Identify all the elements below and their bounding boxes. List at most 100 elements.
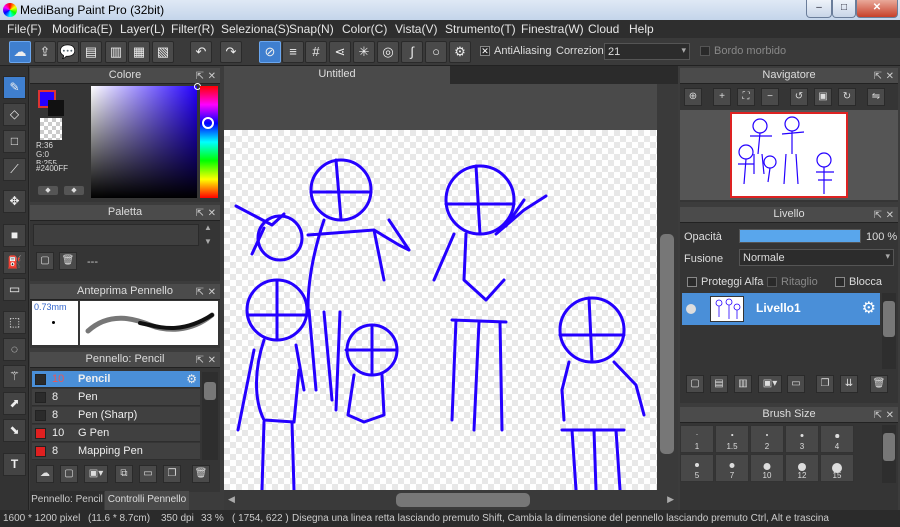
transparent-color-swatch[interactable] <box>40 118 62 140</box>
page-icon[interactable]: ▥ <box>105 41 127 63</box>
menu-view[interactable]: Vista(V) <box>395 22 437 36</box>
zoom-fit-icon[interactable]: ⊕ <box>684 88 702 106</box>
trash-icon[interactable]: 🗑 <box>192 465 210 483</box>
brush-size-cell[interactable]: 7 <box>715 454 749 482</box>
scroll-down-icon[interactable]: ▼ <box>204 237 212 246</box>
dot-tool-icon[interactable]: ⟋ <box>3 158 26 181</box>
close-panel-icon[interactable]: ✕ <box>886 69 894 84</box>
antialias-checkbox[interactable]: ✕ <box>480 46 490 56</box>
trash-icon[interactable]: 🗑 <box>870 375 888 393</box>
brush-size-cell[interactable]: 10 <box>750 454 784 482</box>
select-rect-tool-icon[interactable]: ⬚ <box>3 311 26 334</box>
brush-size-cell[interactable]: 5 <box>680 454 714 482</box>
brush-size-cell[interactable]: 15 <box>820 454 854 482</box>
maximize-button[interactable]: □ <box>832 0 856 18</box>
brush-settings-gear-icon[interactable]: ⚙ <box>186 372 197 386</box>
rotate-left-icon[interactable]: ↺ <box>790 88 808 106</box>
layer-settings-gear-icon[interactable]: ⚙ <box>862 298 876 318</box>
undock-icon[interactable]: ⇱ <box>874 69 882 84</box>
protect-alpha-checkbox[interactable] <box>687 277 697 287</box>
new-brush-icon[interactable]: ▢ <box>60 465 78 483</box>
palette-list[interactable] <box>33 224 199 246</box>
undock-icon[interactable]: ⇱ <box>874 408 882 423</box>
brush-size-cell[interactable]: 2 <box>750 425 784 453</box>
layer-row[interactable]: Livello1 ⚙ <box>682 293 880 325</box>
lasso-tool-icon[interactable]: ◌ <box>3 338 26 361</box>
snap-settings-gear-icon[interactable]: ⚙ <box>449 41 471 63</box>
brush-item-pen-sharp[interactable]: 8 Pen (Sharp) <box>32 407 200 424</box>
scrollbar-thumb[interactable] <box>660 234 674 454</box>
close-panel-icon[interactable]: ✕ <box>208 206 216 221</box>
snap-curve-icon[interactable]: ∫ <box>401 41 423 63</box>
navigator-thumbnail[interactable] <box>730 112 848 198</box>
menu-help[interactable]: Help <box>629 22 654 36</box>
brush-list-scrollbar[interactable] <box>202 372 218 460</box>
close-panel-icon[interactable]: ✕ <box>208 69 216 84</box>
brush-item-pencil[interactable]: 10 Pencil ⚙ <box>32 371 200 388</box>
brush-size-cell[interactable]: 1.5 <box>715 425 749 453</box>
close-panel-icon[interactable]: ✕ <box>208 353 216 368</box>
document-tab[interactable]: Untitled <box>224 66 450 84</box>
color-swap-icon[interactable]: ◆ <box>64 186 84 195</box>
canvas-vertical-scrollbar[interactable] <box>657 84 678 490</box>
menu-snap[interactable]: Snap(N) <box>289 22 334 36</box>
hue-slider[interactable] <box>200 86 218 198</box>
blend-mode-select[interactable]: Normale ▾ <box>739 249 894 266</box>
merge-layer-icon[interactable]: ⇊ <box>840 375 858 393</box>
undock-icon[interactable]: ⇱ <box>196 206 204 221</box>
copy-brush-icon[interactable]: ⧉ <box>115 465 133 483</box>
new-halftone-layer-icon[interactable]: ▤ <box>710 375 728 393</box>
eyedropper-icon[interactable]: ◆ <box>38 186 58 195</box>
gradient-tool-icon[interactable]: ▭ <box>3 278 26 301</box>
duplicate-layer-icon[interactable]: ❐ <box>816 375 834 393</box>
brush-item-mapping-pen[interactable]: 8 Mapping Pen <box>32 443 200 460</box>
menu-select[interactable]: Seleziona(S) <box>221 22 290 36</box>
brush-size-scrollbar[interactable] <box>882 425 896 483</box>
redo-icon[interactable]: ↷ <box>220 41 242 63</box>
brush-size-cell[interactable]: 1 <box>680 425 714 453</box>
brush-item-g-pen[interactable]: 10 G Pen <box>32 425 200 442</box>
scroll-up-icon[interactable]: ▲ <box>204 223 212 232</box>
snap-grid-icon[interactable]: # <box>305 41 327 63</box>
new-8bit-layer-icon[interactable]: ▥ <box>734 375 752 393</box>
eraser-tool-icon[interactable]: ◇ <box>3 103 26 126</box>
scrollbar-thumb[interactable] <box>883 433 895 461</box>
cloud-icon[interactable]: ☁ <box>9 41 31 63</box>
grid-list-icon[interactable]: ▦ <box>128 41 150 63</box>
brush-size-cell[interactable]: 3 <box>785 425 819 453</box>
close-button[interactable]: ✕ <box>856 0 898 18</box>
saturation-value-picker[interactable] <box>91 83 201 198</box>
menu-edit[interactable]: Modifica(E) <box>52 22 113 36</box>
add-brush-dropdown-icon[interactable]: ▣▾ <box>84 465 108 483</box>
correction-select[interactable]: 21 ▾ <box>604 43 690 60</box>
hue-slider-handle[interactable] <box>202 117 214 129</box>
snap-radial-icon[interactable]: ✳ <box>353 41 375 63</box>
rectangle-tool-icon[interactable]: □ <box>3 130 26 153</box>
rotate-right-icon[interactable]: ↻ <box>838 88 856 106</box>
comment-icon[interactable]: ▤ <box>80 41 102 63</box>
bucket-tool-icon[interactable]: ⛽ <box>3 251 26 274</box>
opacity-slider[interactable] <box>739 229 861 243</box>
menu-color[interactable]: Color(C) <box>342 22 387 36</box>
chat-bubble-icon[interactable]: 💬 <box>57 41 79 63</box>
brush-tool-icon[interactable]: ✎ <box>3 76 26 99</box>
snap-ellipse-icon[interactable]: ○ <box>425 41 447 63</box>
clipping-checkbox[interactable] <box>767 277 777 287</box>
cloud-brush-icon[interactable]: ☁ <box>36 465 54 483</box>
layout-icon[interactable]: ▧ <box>152 41 174 63</box>
new-layer-icon[interactable]: ▢ <box>686 375 704 393</box>
scrollbar-thumb[interactable] <box>204 382 216 400</box>
secondary-color-swatch[interactable] <box>48 100 64 116</box>
menu-window[interactable]: Finestra(W) <box>521 22 584 36</box>
menu-file[interactable]: File(F) <box>7 22 42 36</box>
close-panel-icon[interactable]: ✕ <box>886 408 894 423</box>
brush-size-cell[interactable]: 4 <box>820 425 854 453</box>
scrollbar-thumb[interactable] <box>883 301 895 337</box>
undock-icon[interactable]: ⇱ <box>196 69 204 84</box>
scroll-left-icon[interactable]: ◀ <box>228 494 235 505</box>
new-palette-icon[interactable]: ▢ <box>36 252 54 270</box>
minimize-button[interactable]: – <box>806 0 832 18</box>
move-tool-icon[interactable]: ✥ <box>3 190 26 213</box>
folder-icon[interactable]: ▭ <box>787 375 805 393</box>
folder-icon[interactable]: ▭ <box>139 465 157 483</box>
